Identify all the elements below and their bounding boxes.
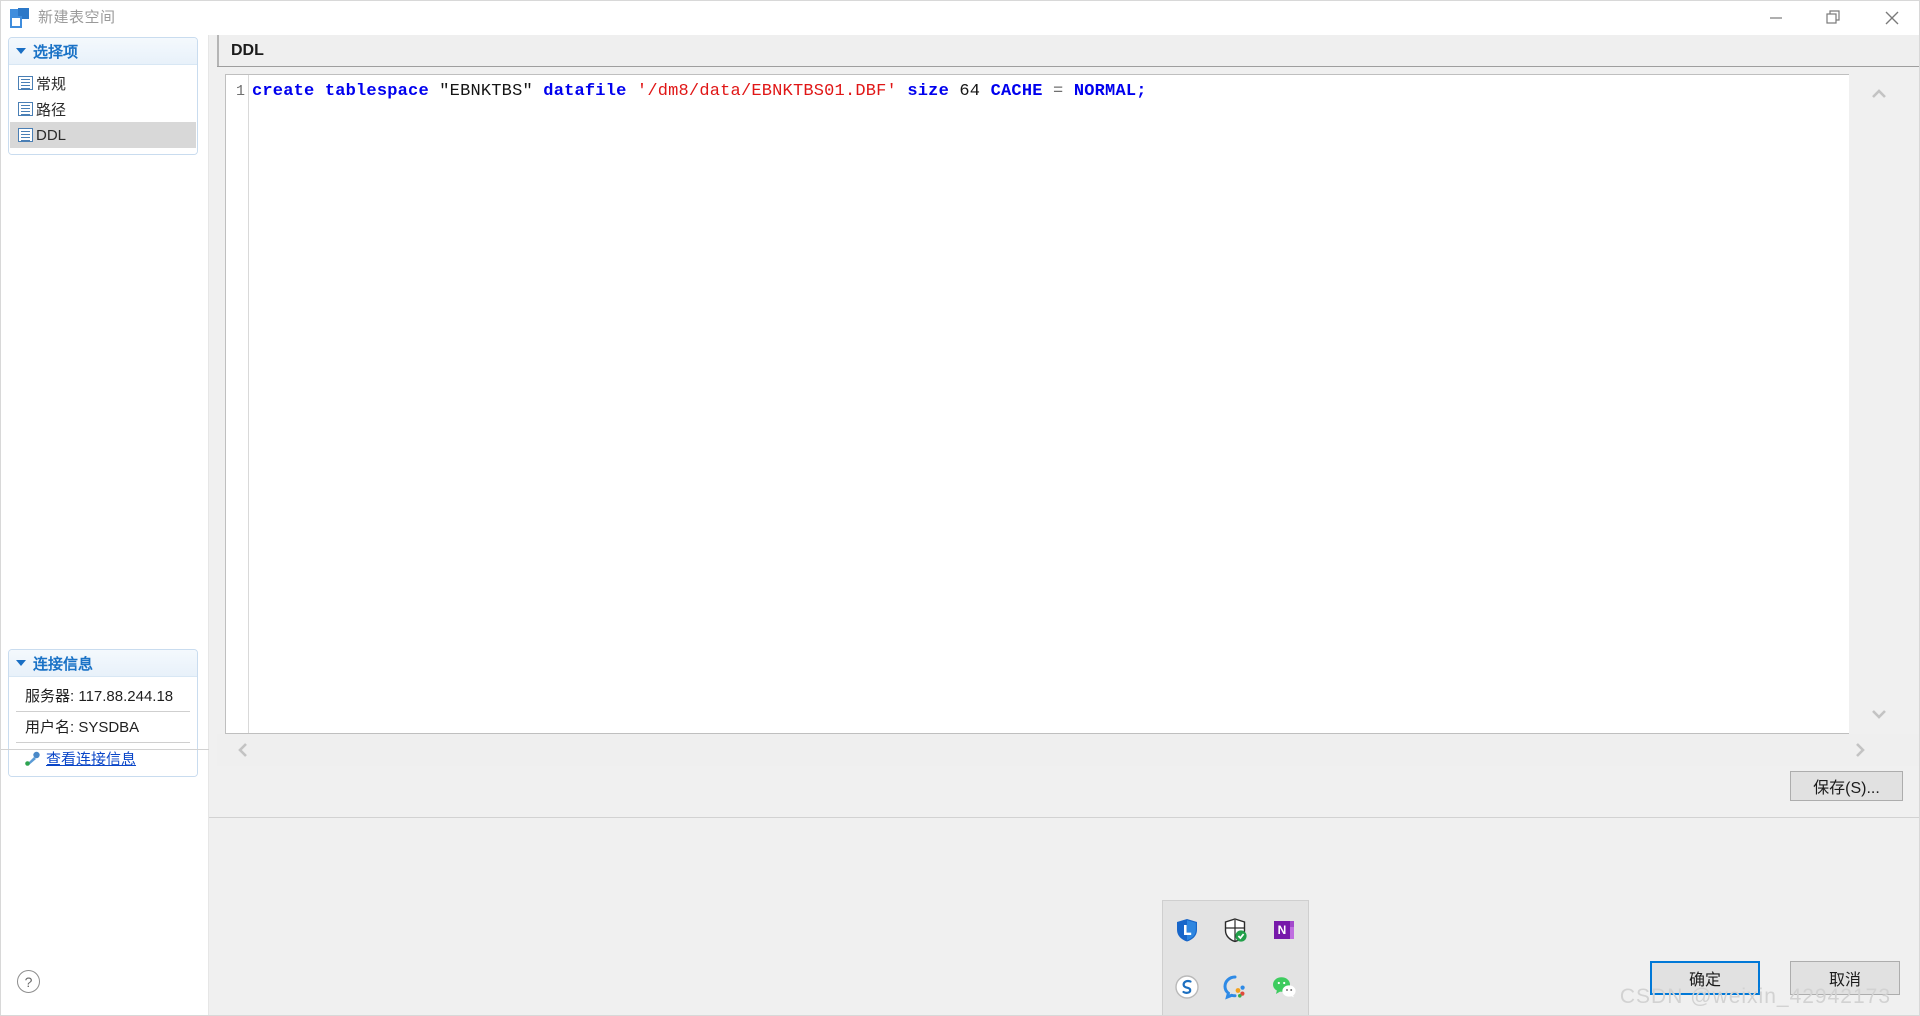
window-title: 新建表空间 — [38, 9, 116, 26]
connection-panel-header[interactable]: 连接信息 — [9, 650, 197, 677]
sql-token: NORMAL — [1073, 82, 1137, 101]
sql-token: datafile — [543, 82, 627, 101]
main-panel: DDL 1 create tablespace "EBNKTBS" datafi… — [209, 35, 1919, 1015]
save-button[interactable]: 保存(S)... — [1790, 771, 1903, 801]
system-tray-popup: N — [1162, 900, 1309, 1015]
wechat-icon[interactable] — [1270, 973, 1298, 1001]
server-info: 服务器: 117.88.244.18 — [16, 681, 190, 712]
sql-code-line[interactable]: create tablespace "EBNKTBS" datafile '/d… — [252, 79, 1147, 105]
connection-panel-title: 连接信息 — [33, 655, 94, 673]
sidebar-item-general[interactable]: 常规 — [10, 70, 196, 96]
line-number-gutter: 1 — [226, 75, 249, 733]
windows-security-shield-icon[interactable] — [1221, 916, 1249, 944]
help-icon[interactable]: ? — [17, 970, 40, 993]
header-divider — [217, 66, 1919, 67]
sql-token: tablespace — [324, 82, 429, 101]
connection-icon — [25, 751, 41, 766]
onenote-icon[interactable]: N — [1270, 916, 1298, 944]
sql-token: size — [907, 82, 949, 101]
chevron-down-icon[interactable] — [1867, 702, 1891, 726]
chevron-left-icon[interactable] — [231, 738, 255, 762]
sql-editor[interactable]: 1 create tablespace "EBNKTBS" datafile '… — [225, 74, 1849, 734]
sql-token: ; — [1136, 82, 1147, 101]
close-icon[interactable] — [1863, 1, 1919, 35]
sidebar-item-label: 常规 — [36, 75, 67, 93]
sql-token: '/dm8/data/EBNKTBS01.DBF' — [636, 82, 897, 101]
lenovo-shield-icon[interactable] — [1173, 916, 1201, 944]
qq-browser-icon[interactable] — [1221, 973, 1249, 1001]
chevron-up-icon[interactable] — [1867, 82, 1891, 106]
options-panel-body: 常规 路径 DDL — [9, 65, 197, 154]
svg-text:N: N — [1277, 923, 1286, 937]
page-title: DDL — [231, 41, 264, 59]
connection-panel: 连接信息 服务器: 117.88.244.18 用户名: SYSDBA 查看连接… — [8, 649, 198, 777]
username-info: 用户名: SYSDBA — [16, 712, 190, 743]
horizontal-scrollbar[interactable] — [217, 734, 1919, 766]
minimize-icon[interactable] — [1747, 1, 1805, 35]
sidebar-item-label: DDL — [36, 126, 67, 144]
sidebar-item-ddl[interactable]: DDL — [10, 122, 196, 148]
page-icon — [18, 102, 33, 116]
window-controls — [1747, 1, 1919, 35]
view-connection-link[interactable]: 查看连接信息 — [46, 748, 136, 769]
editor-area: 1 create tablespace "EBNKTBS" datafile '… — [217, 68, 1919, 734]
sidebar-item-label: 路径 — [36, 101, 67, 119]
chevron-down-icon[interactable] — [16, 660, 26, 666]
sql-token: = — [1053, 82, 1064, 101]
page-icon — [18, 128, 33, 142]
sql-token: CACHE — [990, 82, 1043, 101]
new-tablespace-dialog: 新建表空间 选择项 常规 路径 DDL 连接信息 服务器: 117.88.244… — [0, 0, 1920, 1016]
view-connection-row[interactable]: 查看连接信息 — [16, 743, 190, 772]
sogou-input-icon[interactable] — [1173, 973, 1201, 1001]
sidebar-footer-divider — [1, 749, 209, 750]
line-number: 1 — [235, 83, 245, 100]
sidebar-item-path[interactable]: 路径 — [10, 96, 196, 122]
options-panel-title: 选择项 — [33, 43, 79, 61]
sql-token: create — [252, 82, 315, 101]
vertical-scrollbar[interactable] — [1849, 74, 1919, 734]
tablespace-icon — [10, 8, 30, 28]
sql-token: "EBNKTBS" — [439, 82, 533, 101]
sql-token: 64 — [959, 82, 981, 101]
footer-divider — [209, 817, 1919, 818]
page-icon — [18, 76, 33, 90]
connection-panel-body: 服务器: 117.88.244.18 用户名: SYSDBA 查看连接信息 — [9, 677, 197, 776]
title-bar: 新建表空间 — [1, 1, 1919, 35]
chevron-right-icon[interactable] — [1848, 738, 1872, 762]
watermark: CSDN @weixin_42942173 — [1619, 985, 1891, 1008]
sidebar: 选择项 常规 路径 DDL 连接信息 服务器: 117.88.244.18 用户… — [1, 35, 209, 1015]
options-panel: 选择项 常规 路径 DDL — [8, 37, 198, 155]
ddl-header: DDL — [217, 35, 1919, 66]
chevron-down-icon[interactable] — [16, 48, 26, 54]
options-panel-header[interactable]: 选择项 — [9, 38, 197, 65]
restore-icon[interactable] — [1805, 1, 1863, 35]
